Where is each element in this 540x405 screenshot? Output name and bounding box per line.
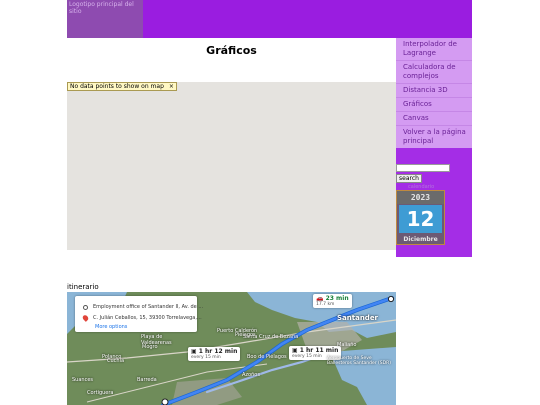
route-map[interactable]: Employment office of Santander II, Av. d… <box>67 292 396 405</box>
route-frequency: every 15 min <box>191 355 221 360</box>
place-label: Aeropuerto de Seve Ballesteros Santander… <box>327 356 391 366</box>
place-label: Cuchía <box>107 358 125 364</box>
place-label: Puerto Calderón <box>217 328 258 334</box>
route-time: 1 hr 11 min <box>299 347 339 354</box>
route-distance: 17.7 km <box>316 302 335 307</box>
route-time: 23 min <box>325 295 349 302</box>
logo-alt-text: Logotipo principal del sitio <box>69 1 134 15</box>
route-directions-card[interactable]: Employment office of Santander II, Av. d… <box>75 296 203 332</box>
place-label: Barreda <box>137 377 157 383</box>
place-label: Santander <box>337 314 379 322</box>
calendar-month: Diciembre <box>403 236 438 243</box>
search-button[interactable]: search <box>396 174 422 183</box>
sidebar-item-graphics[interactable]: Gráficos <box>396 98 472 112</box>
bus-icon: ▣ <box>292 347 298 354</box>
place-label: Boo de Piélagos <box>247 354 287 360</box>
origin-marker <box>387 295 395 303</box>
search-input[interactable] <box>396 164 450 172</box>
empty-map-panel[interactable]: No data points to show on map × <box>67 82 396 250</box>
calendar-day: 12 <box>399 205 442 233</box>
bus-icon: ▣ <box>191 348 197 355</box>
map-notice: No data points to show on map × <box>67 82 177 91</box>
close-icon[interactable]: × <box>169 83 174 91</box>
location-pin-icon <box>81 314 90 322</box>
calendar-widget: 2023 12 Diciembre <box>396 190 445 245</box>
calendar-year: 2023 <box>397 191 444 204</box>
sidebar-item-complex-calculator[interactable]: Calculadora de complejos <box>396 61 472 84</box>
car-icon: 🚗 <box>316 295 324 302</box>
sidebar-item-canvas[interactable]: Canvas <box>396 112 472 126</box>
place-label: Cortiguera <box>87 390 114 396</box>
route-destination[interactable]: C. Julián Ceballos, 15, 39300 Torrelaveg… <box>93 315 202 321</box>
route-time: 1 hr 12 min <box>198 348 238 355</box>
site-header: Logotipo principal del sitio <box>67 0 472 38</box>
sidebar-item-distance-3d[interactable]: Distancia 3D <box>396 84 472 98</box>
itinerary-label: itinerario <box>67 283 99 291</box>
route-time-transit-1[interactable]: ▣ 1 hr 12 min every 15 min <box>188 347 241 361</box>
sidebar-item-lagrange[interactable]: Interpolador de Lagrange <box>396 38 472 61</box>
map-notice-text: No data points to show on map <box>70 83 164 90</box>
place-label: Maliaño <box>337 342 357 348</box>
more-options-link[interactable]: More options <box>95 324 127 330</box>
site-logo[interactable]: Logotipo principal del sitio <box>67 0 143 38</box>
place-label: Suances <box>72 377 94 383</box>
sidebar-menu: Interpolador de Lagrange Calculadora de … <box>396 38 472 148</box>
place-label: Azoños <box>242 372 260 378</box>
route-origin[interactable]: Employment office of Santander II, Av. d… <box>93 304 203 310</box>
sidebar-item-home[interactable]: Volver a la página principal <box>396 126 472 148</box>
destination-marker <box>161 398 169 405</box>
origin-icon <box>83 305 88 310</box>
route-time-car[interactable]: 🚗 23 min 17.7 km <box>313 294 352 308</box>
page-title: Gráficos <box>206 44 257 57</box>
place-label: Playa de Valdearenas <box>141 334 172 346</box>
